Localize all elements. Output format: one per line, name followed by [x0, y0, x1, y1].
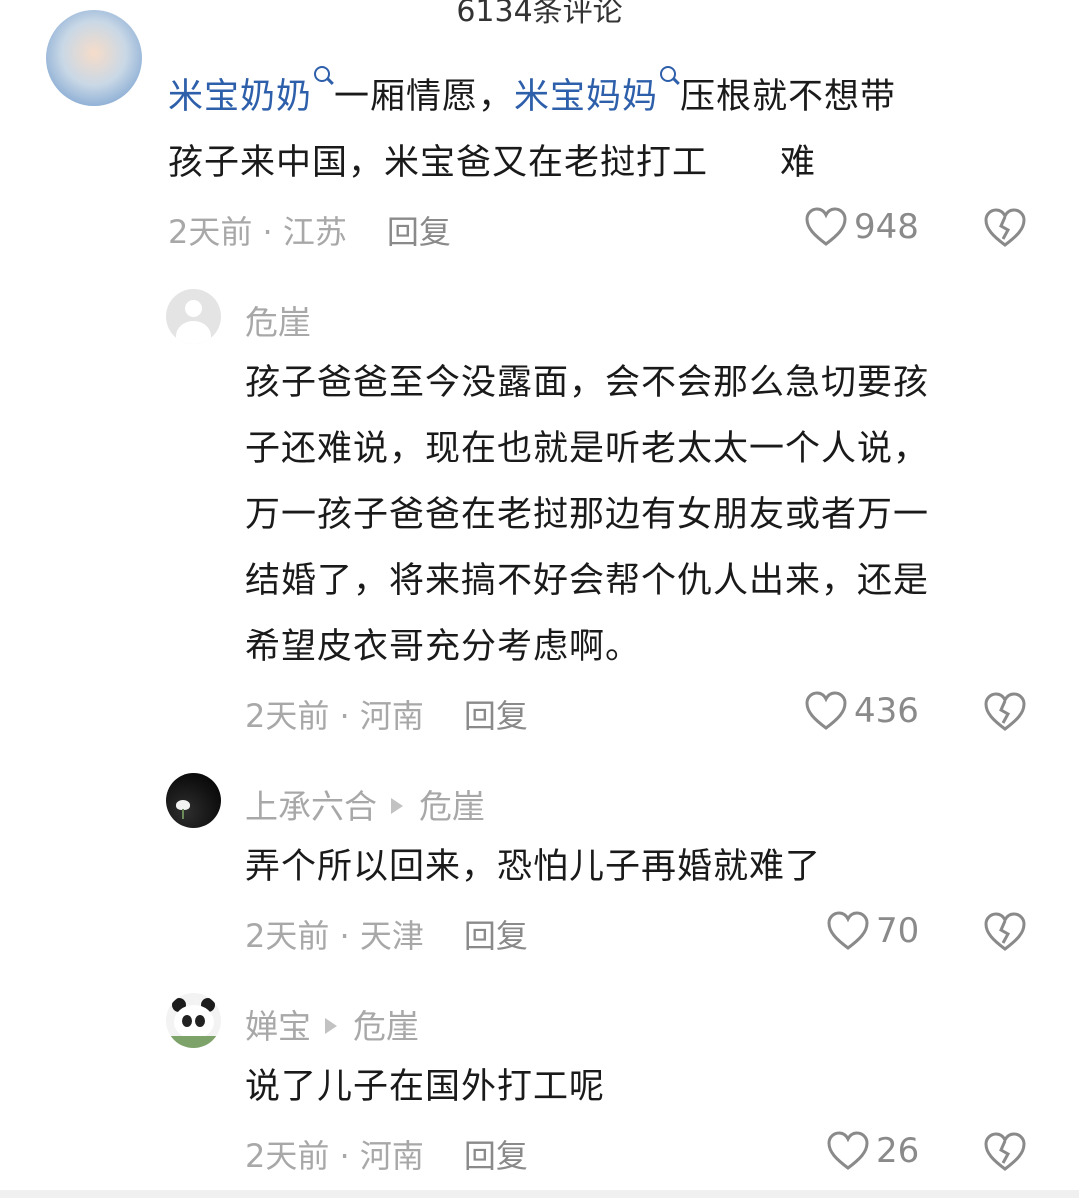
comment-text: 米宝奶奶 一厢情愿，米宝妈妈 压根就不想带: [168, 64, 1048, 130]
username[interactable]: 危崖: [245, 296, 311, 344]
like-count: 70: [876, 911, 920, 951]
username: 婵宝 危崖: [245, 1000, 419, 1048]
reply-button[interactable]: 回复: [464, 1137, 528, 1175]
reply-button[interactable]: 回复: [464, 917, 528, 955]
triangle-right-icon: [391, 797, 403, 814]
like-count: 948: [854, 207, 919, 247]
dislike-button[interactable]: [983, 912, 1027, 956]
like-button[interactable]: 436: [804, 691, 919, 731]
heart-outline-icon: [827, 911, 869, 950]
comment-meta: 2天前 · 河南 回复: [245, 1137, 528, 1175]
like-button[interactable]: 26: [826, 1131, 919, 1171]
broken-heart-icon: [984, 1132, 1026, 1171]
comment-location: 河南: [359, 697, 424, 735]
comment-text-line: 结婚了，将来搞不好会帮个仇人出来，还是: [245, 561, 930, 601]
comment-text-line: 弄个所以回来，恐怕儿子再婚就难了: [245, 847, 822, 887]
heart-outline-icon: [827, 1131, 869, 1170]
like-count: 26: [876, 1131, 920, 1171]
mention-link[interactable]: 米宝妈妈: [514, 77, 658, 117]
like-button[interactable]: 948: [804, 207, 919, 247]
heart-outline-icon: [805, 691, 847, 730]
comment-count-title: 6134条评论: [456, 0, 623, 29]
comment-location: 天津: [359, 917, 424, 955]
triangle-right-icon: [325, 1017, 337, 1034]
reply-to-username[interactable]: 危崖: [419, 787, 485, 826]
reply-button[interactable]: 回复: [464, 697, 528, 735]
like-count: 436: [854, 691, 919, 731]
comment-time: 2天前: [245, 697, 330, 735]
comment-location: 河南: [359, 1137, 424, 1175]
comment-text-line: 孩子来中国，米宝爸又在老挝打工 难: [168, 143, 817, 183]
avatar[interactable]: [46, 10, 142, 106]
comment-text-line: 子还难说，现在也就是听老太太一个人说，: [245, 429, 930, 469]
broken-heart-icon: [984, 912, 1026, 951]
comment-text-line: 万一孩子爸爸在老挝那边有女朋友或者万一: [245, 495, 930, 535]
reply-button[interactable]: 回复: [387, 213, 451, 251]
broken-heart-icon: [984, 692, 1026, 731]
search-icon: [658, 64, 680, 100]
mention-link[interactable]: 米宝奶奶: [168, 77, 312, 117]
comment-text-line: 希望皮衣哥充分考虑啊。: [245, 627, 642, 667]
comment-location: 江苏: [282, 213, 347, 251]
comment-meta: 2天前 · 天津 回复: [245, 917, 528, 955]
comment-text-line: 说了儿子在国外打工呢: [245, 1067, 606, 1107]
username[interactable]: 婵宝: [245, 1007, 311, 1046]
bottom-divider: [0, 1190, 1079, 1198]
reply-to-username[interactable]: 危崖: [353, 1007, 419, 1046]
comment-time: 2天前: [168, 213, 253, 251]
comment-time: 2天前: [245, 1137, 330, 1175]
avatar[interactable]: [166, 993, 221, 1048]
like-button[interactable]: 70: [826, 911, 919, 951]
avatar[interactable]: [166, 289, 221, 344]
comment-meta: 2天前 · 河南 回复: [245, 697, 528, 735]
dislike-button[interactable]: [983, 692, 1027, 736]
username: 上承六合 危崖: [245, 780, 485, 828]
heart-outline-icon: [805, 207, 847, 246]
avatar[interactable]: [166, 773, 221, 828]
username[interactable]: 上承六合: [245, 787, 377, 826]
comment-time: 2天前: [245, 917, 330, 955]
dislike-button[interactable]: [983, 208, 1027, 252]
search-icon: [312, 64, 334, 100]
broken-heart-icon: [984, 208, 1026, 247]
dislike-button[interactable]: [983, 1132, 1027, 1176]
comment-meta: 2天前 · 江苏 回复: [168, 213, 451, 251]
comment-text-line: 孩子爸爸至今没露面，会不会那么急切要孩: [245, 363, 930, 403]
